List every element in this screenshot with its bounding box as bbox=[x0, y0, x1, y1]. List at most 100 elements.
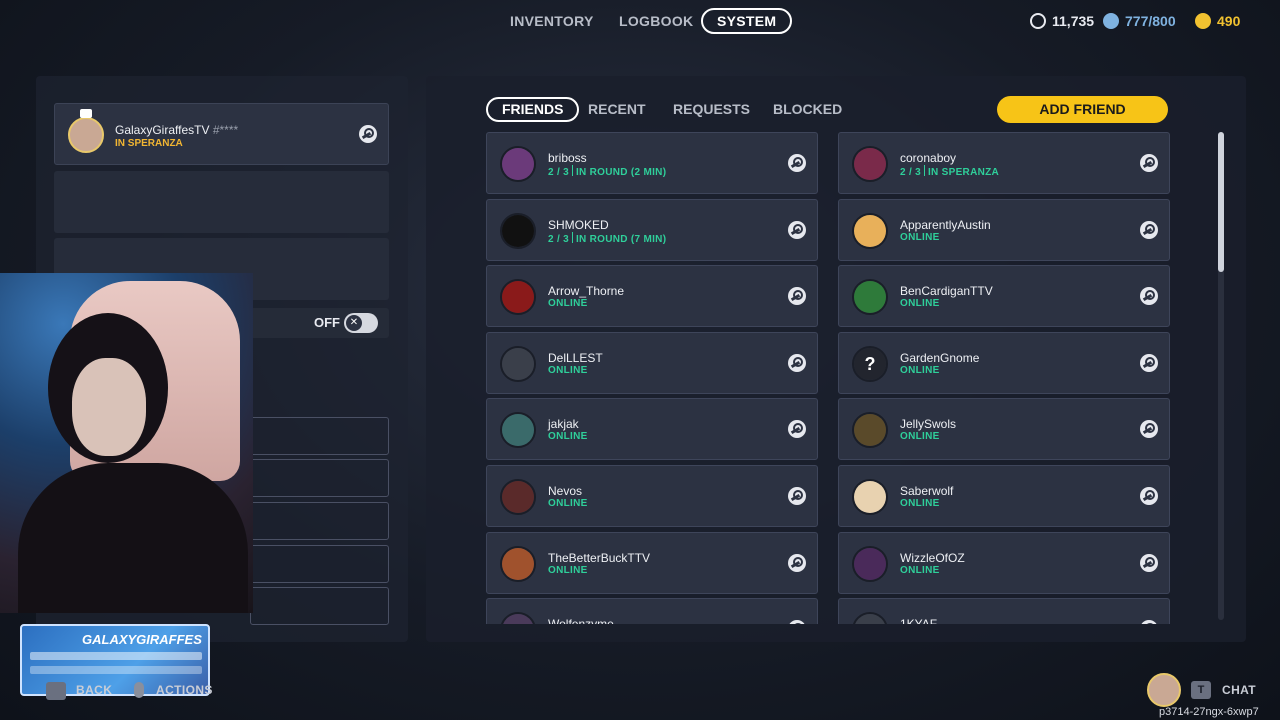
friend-card[interactable]: jakjak ONLINE bbox=[486, 398, 818, 461]
steam-icon bbox=[1140, 287, 1158, 306]
status-separator bbox=[571, 165, 573, 176]
back-key-icon bbox=[46, 682, 66, 700]
friend-avatar bbox=[500, 146, 536, 182]
party-slot-empty[interactable] bbox=[54, 171, 389, 233]
friend-card[interactable]: Nevos ONLINE bbox=[486, 465, 818, 527]
friend-name: jakjak bbox=[548, 417, 579, 432]
status-separator bbox=[571, 231, 573, 243]
friend-card[interactable]: briboss 2 / 3 IN ROUND (2 MIN) bbox=[486, 132, 818, 194]
friend-card[interactable]: Saberwolf ONLINE bbox=[838, 465, 1170, 527]
back-hint[interactable]: BACK bbox=[76, 683, 112, 697]
activity-status: IN ROUND (2 MIN) bbox=[575, 167, 667, 178]
friend-name: JellySwols bbox=[900, 417, 957, 432]
chat-avatar bbox=[1147, 673, 1181, 707]
friend-card[interactable]: ? GardenGnome ONLINE bbox=[838, 331, 1170, 394]
party-count: ONLINE bbox=[900, 231, 940, 243]
avatar-image bbox=[854, 214, 886, 247]
party-count: ONLINE bbox=[900, 498, 940, 509]
tab-friends[interactable]: FRIENDS bbox=[486, 97, 580, 122]
toggle-row[interactable]: OFF ✕ bbox=[250, 308, 389, 338]
option-slot[interactable] bbox=[250, 545, 389, 583]
steam-icon bbox=[788, 353, 806, 372]
currency-multibucks: 11,735 bbox=[1030, 8, 1094, 34]
currency-value: 777/800 bbox=[1125, 13, 1176, 29]
party-count: ONLINE bbox=[900, 298, 940, 310]
option-slot[interactable] bbox=[250, 587, 389, 625]
tab-system[interactable]: SYSTEM bbox=[701, 8, 793, 34]
actions-hint[interactable]: ACTIONS bbox=[156, 683, 213, 697]
friend-card[interactable]: WizzleOfOZ ONLINE bbox=[838, 531, 1170, 594]
friend-name: Arrow_Thorne bbox=[548, 284, 625, 299]
friend-card[interactable]: SHMOKED 2 / 3 IN ROUND (7 MIN) bbox=[486, 198, 818, 261]
badge-bar bbox=[30, 666, 202, 674]
steam-icon bbox=[1140, 220, 1158, 239]
tab-logbook[interactable]: LOGBOOK bbox=[605, 8, 707, 34]
party-count: ONLINE bbox=[548, 298, 588, 310]
friend-card[interactable]: JellySwols ONLINE bbox=[838, 398, 1170, 461]
steam-icon bbox=[359, 125, 377, 143]
streamer-body bbox=[18, 463, 248, 613]
avatar-image bbox=[854, 481, 886, 513]
party-count: ONLINE bbox=[548, 364, 588, 376]
profile-name-line: GalaxyGiraffesTV #**** bbox=[115, 123, 238, 137]
profile-card[interactable]: GalaxyGiraffesTV #**** IN SPERANZA bbox=[54, 103, 389, 165]
streamer-face bbox=[72, 358, 146, 456]
tab-blocked[interactable]: BLOCKED bbox=[759, 97, 856, 122]
chat-hint[interactable]: CHAT bbox=[1222, 683, 1256, 697]
option-slot[interactable] bbox=[250, 459, 389, 497]
top-nav: INVENTORY LOGBOOK SYSTEM 11,735 777/800 … bbox=[0, 8, 1280, 36]
toggle-switch[interactable]: ✕ bbox=[344, 313, 378, 333]
friend-card[interactable]: ApparentlyAustin ONLINE bbox=[838, 198, 1170, 261]
friend-avatar bbox=[852, 545, 888, 582]
steam-icon bbox=[1140, 553, 1158, 572]
steam-icon bbox=[788, 154, 806, 172]
tab-recent[interactable]: RECENT bbox=[574, 97, 660, 122]
profile-name: GalaxyGiraffesTV bbox=[115, 123, 210, 137]
scroll-thumb[interactable] bbox=[1218, 132, 1224, 272]
friend-name: WizzleOfOZ bbox=[900, 550, 965, 565]
friend-status: ONLINE bbox=[900, 365, 940, 376]
friend-card[interactable]: DelLLEST ONLINE bbox=[486, 331, 818, 394]
activity-status: IN SPERANZA bbox=[927, 167, 1000, 178]
friend-card[interactable]: Arrow_Thorne ONLINE bbox=[486, 265, 818, 328]
multibucks-icon bbox=[1030, 13, 1046, 29]
add-friend-button[interactable]: ADD FRIEND bbox=[997, 96, 1168, 123]
dollar-coin-icon bbox=[1103, 13, 1119, 29]
webcam-overlay bbox=[0, 273, 253, 613]
friend-avatar bbox=[500, 279, 536, 316]
avatar-image bbox=[502, 214, 534, 247]
friend-status: ONLINE bbox=[548, 498, 588, 509]
chat-key: T bbox=[1191, 681, 1211, 699]
friend-avatar bbox=[852, 279, 888, 316]
party-count: ONLINE bbox=[548, 498, 588, 509]
avatar-image bbox=[502, 414, 534, 447]
friend-card[interactable]: BenCardiganTTV ONLINE bbox=[838, 265, 1170, 328]
option-slot[interactable] bbox=[250, 417, 389, 455]
friend-status: ONLINE bbox=[548, 298, 588, 309]
friend-avatar bbox=[500, 412, 536, 449]
friend-status: ONLINE bbox=[900, 232, 940, 243]
mouse-icon bbox=[134, 682, 144, 698]
friend-avatar bbox=[852, 612, 888, 624]
avatar-image bbox=[854, 148, 886, 180]
tab-inventory[interactable]: INVENTORY bbox=[496, 8, 608, 34]
friend-card[interactable]: TheBetterBuckTTV ONLINE bbox=[486, 531, 818, 594]
party-count: ONLINE bbox=[900, 364, 940, 376]
party-count: 2 / 3 bbox=[548, 167, 569, 178]
friend-name: BenCardiganTTV bbox=[900, 284, 993, 299]
friend-status: 2 / 3 IN ROUND (2 MIN) bbox=[548, 165, 666, 178]
friend-avatar bbox=[500, 612, 536, 624]
option-slot[interactable] bbox=[250, 502, 389, 540]
party-count: ONLINE bbox=[900, 431, 940, 443]
friend-status: ONLINE bbox=[548, 431, 588, 442]
party-count: ONLINE bbox=[900, 564, 940, 576]
friend-name: SHMOKED bbox=[548, 217, 609, 232]
avatar-image bbox=[854, 414, 886, 447]
friend-code: p3714-27ngx-6xwp7 bbox=[1159, 706, 1259, 718]
friend-card[interactable]: 1KYAF bbox=[838, 598, 1170, 624]
scrollbar[interactable] bbox=[1218, 132, 1224, 620]
friend-card[interactable]: coronaboy 2 / 3 IN SPERANZA bbox=[838, 132, 1170, 194]
friend-card[interactable]: Wolfenzyme bbox=[486, 598, 818, 624]
steam-icon bbox=[1140, 353, 1158, 372]
tab-requests[interactable]: REQUESTS bbox=[659, 97, 764, 122]
